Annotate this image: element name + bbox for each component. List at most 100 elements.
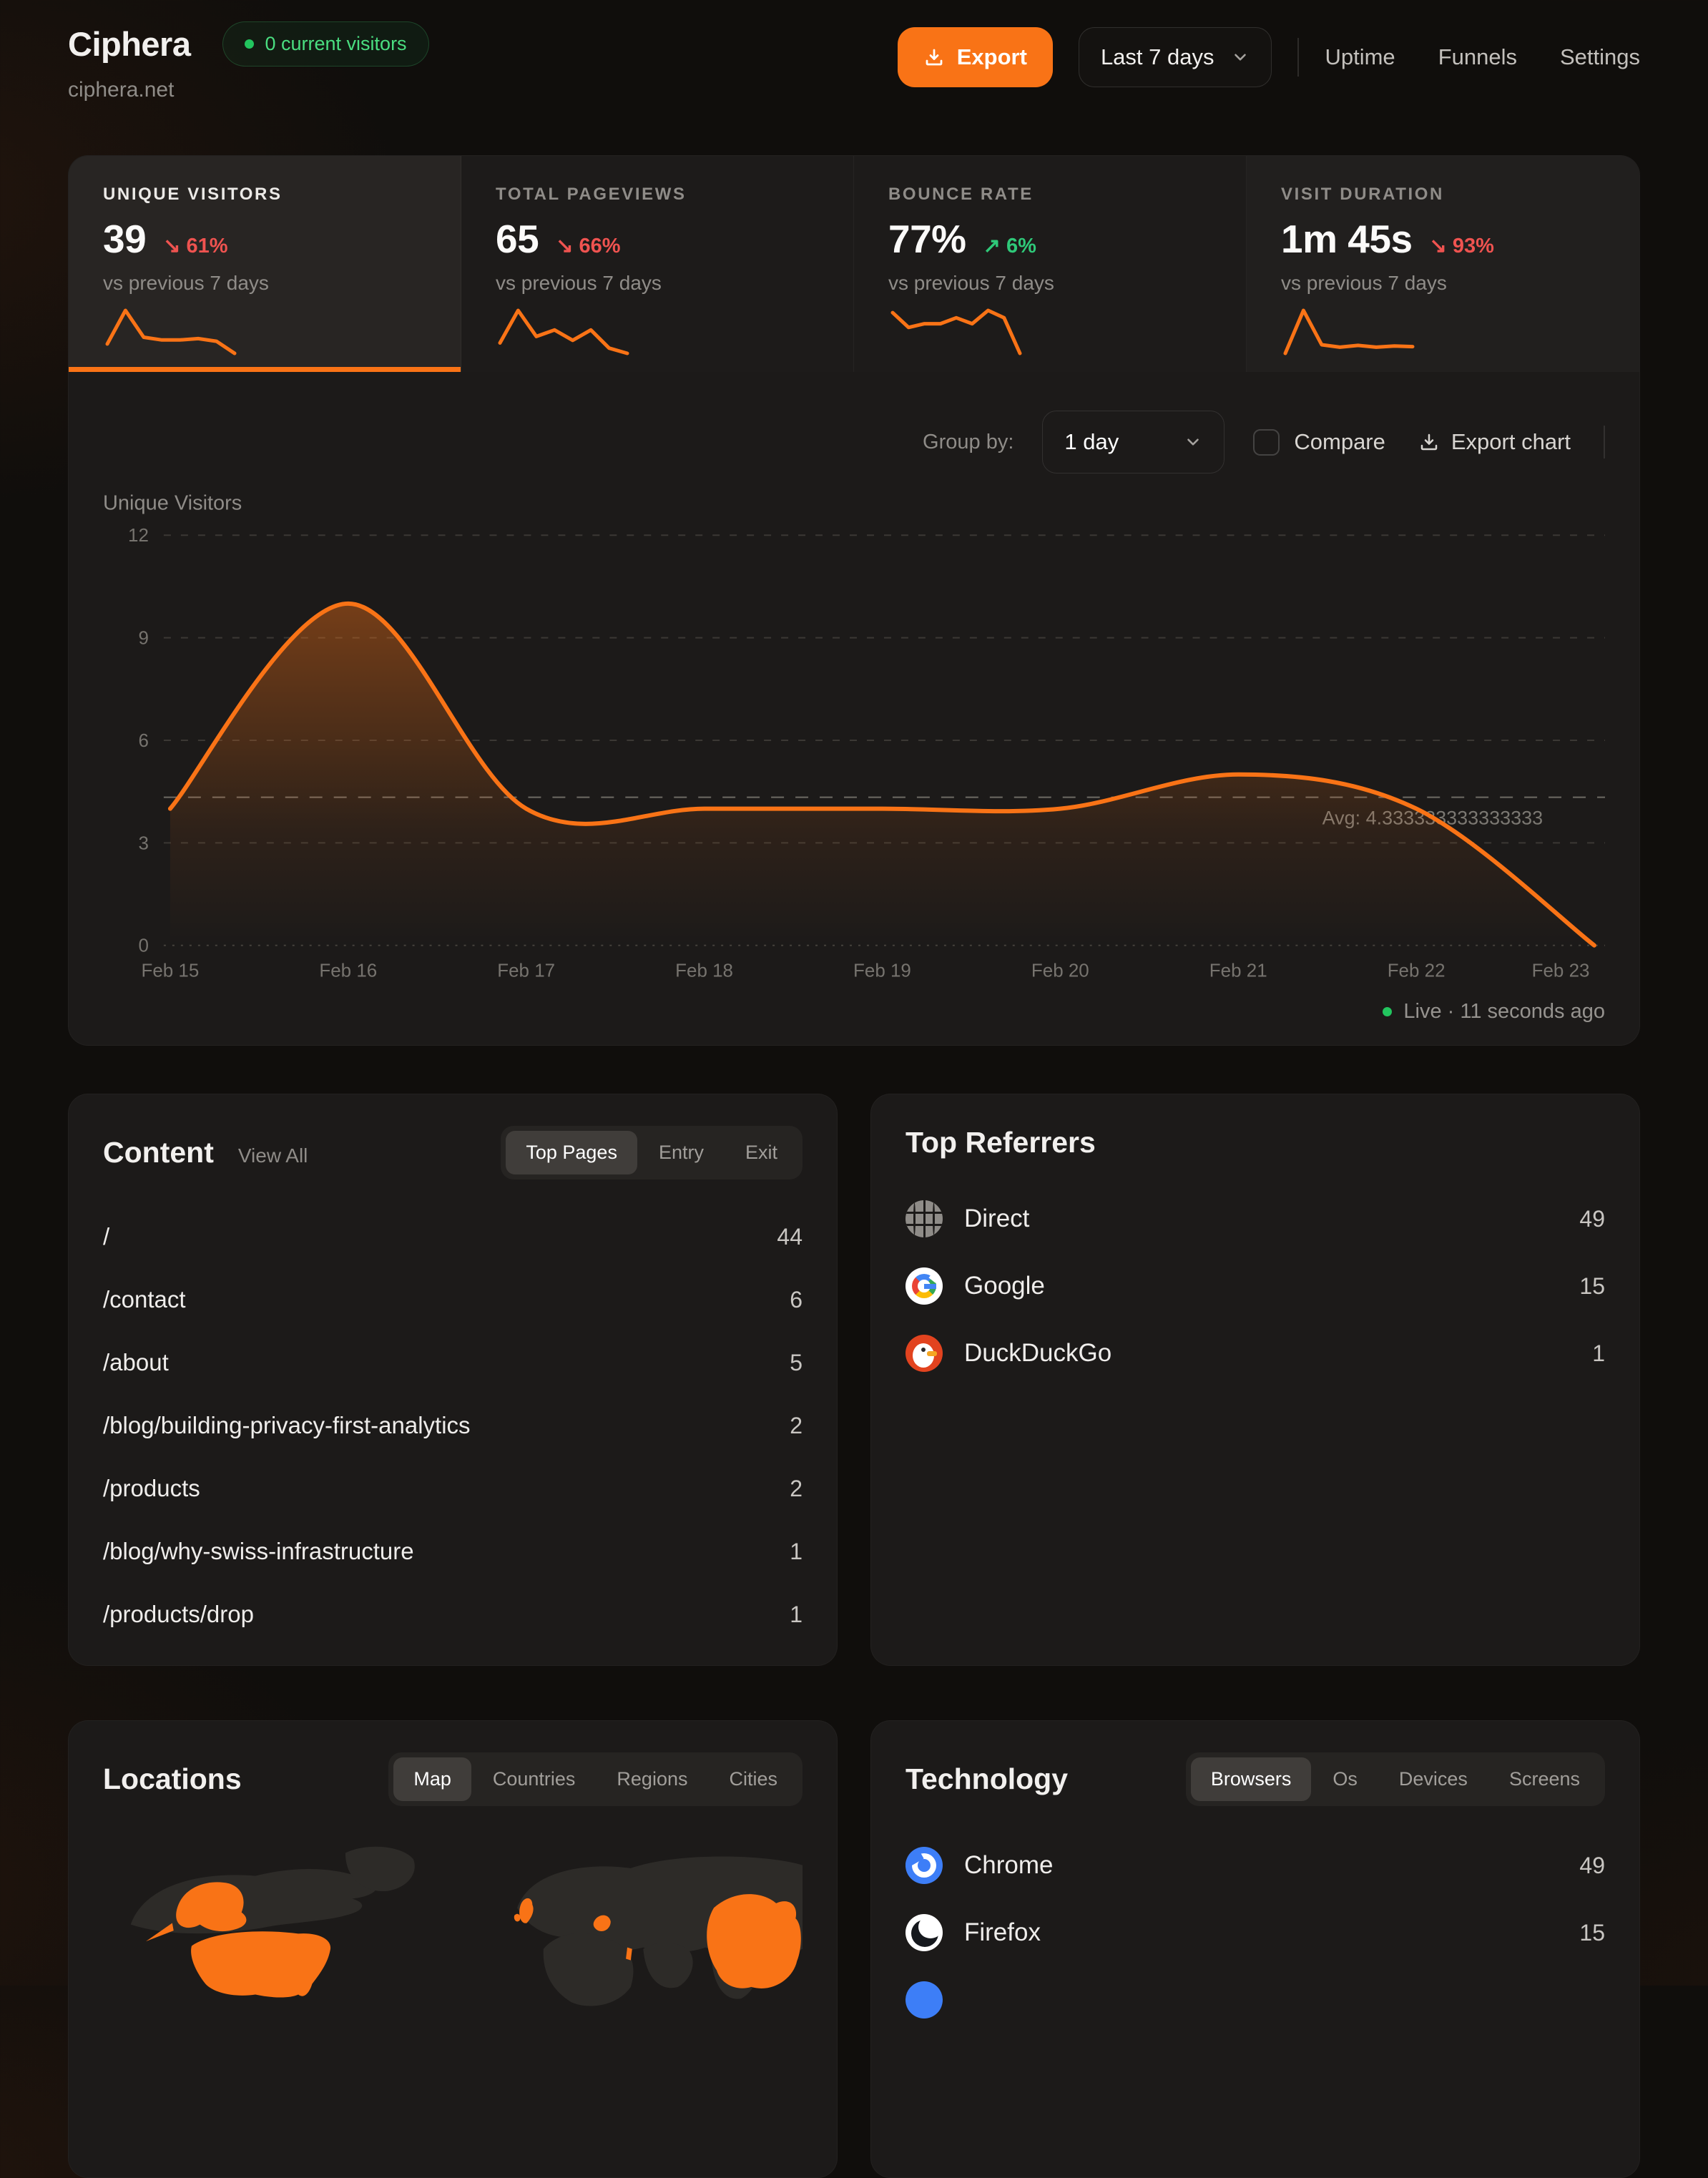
chrome-icon [905,1847,943,1884]
brand-block: Ciphera 0 current visitors ciphera.net [68,21,429,102]
browser-count: 49 [1579,1853,1605,1879]
stat-label: TOTAL PAGEVIEWS [496,185,819,205]
visitors-line-chart[interactable]: Unique Visitors036912Avg: 4.333333333333… [103,482,1605,997]
compare-checkbox[interactable] [1253,429,1280,456]
compare-toggle[interactable]: Compare [1253,429,1385,456]
chevron-down-icon [1184,433,1202,451]
live-dot-icon [1383,1007,1392,1016]
tab-cities[interactable]: Cities [709,1757,797,1801]
controls-divider [1604,426,1605,458]
stat-tile-visit-duration[interactable]: VISIT DURATION 1m 45s ↘ 93% vs previous … [1247,156,1639,372]
stat-compare-label: vs previous 7 days [888,272,1212,295]
date-range-value: Last 7 days [1101,44,1214,70]
referrer-row-google[interactable]: Google 15 [905,1252,1605,1320]
tab-exit[interactable]: Exit [725,1131,797,1174]
technology-card: Technology Browsers Os Devices Screens C… [870,1720,1640,2178]
content-row[interactable]: /about5 [103,1331,803,1394]
stat-delta: ↗ 6% [983,233,1036,258]
stat-tile-bounce-rate[interactable]: BOUNCE RATE 77% ↗ 6% vs previous 7 days [854,156,1247,372]
view-all-link[interactable]: View All [238,1144,308,1167]
chevron-down-icon [1231,48,1250,67]
current-visitors-badge: 0 current visitors [222,21,429,67]
tab-regions[interactable]: Regions [597,1757,707,1801]
svg-text:Feb 23: Feb 23 [1532,960,1590,981]
referrer-row-duckduckgo[interactable]: DuckDuckGo 1 [905,1320,1605,1387]
technology-card-title: Technology [905,1762,1068,1796]
locations-tabs: Map Countries Regions Cities [388,1752,803,1806]
svg-text:6: 6 [138,730,148,751]
content-card: Content View All Top Pages Entry Exit /4… [68,1094,838,1666]
top-referrers-card: Top Referrers Direct 49 Google 15 DuckDu… [870,1094,1640,1666]
content-row[interactable]: /products2 [103,1457,803,1520]
live-status-text: Live · 11 seconds ago [1403,1000,1605,1024]
content-card-title: Content [103,1136,214,1169]
stat-compare-label: vs previous 7 days [1281,272,1605,295]
firefox-icon [905,1914,943,1951]
referrers-card-title: Top Referrers [905,1126,1096,1159]
group-by-select[interactable]: 1 day [1042,411,1224,474]
svg-text:Feb 17: Feb 17 [497,960,555,981]
tab-os[interactable]: Os [1312,1757,1378,1801]
referrer-row-direct[interactable]: Direct 49 [905,1185,1605,1252]
stat-value: 39 [103,216,146,262]
top-bar: Ciphera 0 current visitors ciphera.net E… [0,0,1708,102]
tab-screens[interactable]: Screens [1489,1757,1600,1801]
stat-delta: ↘ 93% [1430,233,1494,258]
page-path: /products [103,1475,200,1502]
tab-top-pages[interactable]: Top Pages [506,1131,637,1174]
stat-delta: ↘ 61% [163,233,227,258]
current-visitors-label: 0 current visitors [265,33,407,55]
nav-item-settings[interactable]: Settings [1560,44,1640,70]
group-by-value: 1 day [1064,429,1119,455]
browser-icon [905,1981,943,2018]
sparkline-chart [496,306,632,358]
compare-label: Compare [1294,429,1385,455]
content-row[interactable]: /blog/building-privacy-first-analytics2 [103,1394,803,1457]
stat-value: 77% [888,216,966,262]
stat-tile-unique-visitors[interactable]: UNIQUE VISITORS 39 ↘ 61% vs previous 7 d… [69,156,461,372]
map-country-united-states [191,1931,330,1997]
page-path: /blog/why-swiss-infrastructure [103,1538,414,1565]
page-count: 44 [777,1224,803,1250]
content-tabs: Top Pages Entry Exit [501,1126,803,1179]
browser-count: 15 [1579,1920,1605,1946]
svg-text:Feb 19: Feb 19 [853,960,911,981]
nav-item-uptime[interactable]: Uptime [1325,44,1395,70]
download-icon [923,46,945,68]
google-icon [905,1267,943,1305]
browser-row-partial[interactable] [905,1966,1605,2018]
date-range-select[interactable]: Last 7 days [1079,27,1272,87]
browser-label: Chrome [964,1851,1053,1880]
site-domain: ciphera.net [68,78,429,102]
browser-rows: Chrome 49 Firefox 15 [905,1832,1605,2018]
stat-label: UNIQUE VISITORS [103,185,426,205]
tab-devices[interactable]: Devices [1379,1757,1488,1801]
map-land-north [131,1869,376,1933]
chart-controls: Group by: 1 day Compare Export chart [103,411,1605,474]
tab-map[interactable]: Map [393,1757,471,1801]
svg-text:Feb 22: Feb 22 [1388,960,1446,981]
stat-label: BOUNCE RATE [888,185,1212,205]
header-divider [1297,38,1299,77]
browser-row-firefox[interactable]: Firefox 15 [905,1899,1605,1966]
export-button[interactable]: Export [898,27,1053,87]
content-row[interactable]: /contact 6 [103,1268,803,1331]
content-row[interactable]: /blog/why-swiss-infrastructure1 [103,1520,803,1583]
stat-tile-total-pageviews[interactable]: TOTAL PAGEVIEWS 65 ↘ 66% vs previous 7 d… [461,156,854,372]
page-path: /about [103,1349,169,1376]
referrer-label: Google [964,1272,1045,1300]
nav-item-funnels[interactable]: Funnels [1438,44,1517,70]
page-path: /contact [103,1286,186,1313]
content-row[interactable]: /44 [103,1205,803,1268]
tab-browsers[interactable]: Browsers [1191,1757,1312,1801]
content-row[interactable]: /products/drop1 [103,1583,803,1646]
browser-row-chrome[interactable]: Chrome 49 [905,1832,1605,1899]
tab-entry[interactable]: Entry [639,1131,724,1174]
page-count: 6 [790,1287,803,1313]
svg-text:0: 0 [138,935,148,956]
bottom-cards-grid: Locations Map Countries Regions Cities [68,1720,1640,2178]
locations-card-title: Locations [103,1762,242,1796]
export-chart-button[interactable]: Export chart [1414,428,1575,456]
tab-countries[interactable]: Countries [473,1757,596,1801]
referrer-count: 49 [1579,1206,1605,1232]
